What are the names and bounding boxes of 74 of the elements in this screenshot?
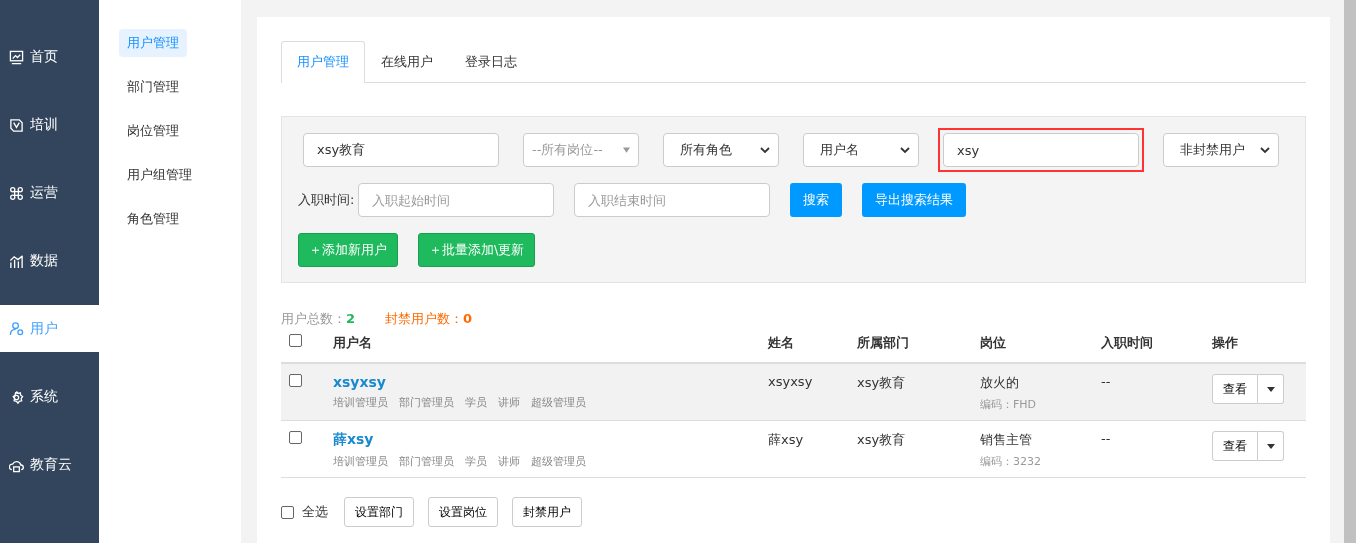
nav-item[interactable]: 系统 — [0, 363, 99, 431]
checkbox[interactable] — [289, 431, 302, 444]
bulk-action-button[interactable]: 设置岗位 — [428, 497, 498, 527]
column-header: 操作 — [1212, 334, 1239, 352]
submenu-item[interactable]: 角色管理 — [119, 205, 187, 233]
dropdown-button[interactable] — [1258, 374, 1284, 404]
role-label: 讲师 — [498, 395, 520, 410]
bulk-action-button[interactable]: 设置部门 — [344, 497, 414, 527]
submenu-item[interactable]: 部门管理 — [119, 73, 187, 101]
role-label: 超级管理员 — [531, 395, 586, 410]
table-cell: 销售主管 — [980, 431, 1032, 449]
nav-item[interactable]: 运营 — [0, 159, 99, 227]
table-cell: 薛xsy — [768, 432, 804, 447]
nav-item[interactable]: 培训 — [0, 91, 99, 159]
nav-item[interactable]: 首页 — [0, 23, 99, 91]
role-label: 部门管理员 — [399, 454, 454, 469]
book-icon — [9, 117, 24, 133]
role-label: 学员 — [465, 454, 487, 469]
post-code: 编码：FHD — [980, 397, 1037, 412]
checkbox[interactable] — [289, 374, 302, 387]
submenu-item[interactable]: 岗位管理 — [119, 117, 187, 145]
nav-item[interactable]: 教育云 — [0, 431, 99, 499]
view-button[interactable]: 查看 — [1212, 431, 1258, 461]
dropdown-button[interactable] — [1258, 431, 1284, 461]
filter-select[interactable]: 所有角色 — [663, 133, 779, 167]
column-header: 入职时间 — [1101, 334, 1154, 352]
start-date-field[interactable]: 入职起始时间 — [358, 183, 555, 217]
filter-field[interactable]: xsy — [943, 133, 1139, 167]
caret-icon — [1266, 443, 1275, 449]
tab[interactable]: 在线用户 — [365, 41, 449, 82]
bulk-action-button[interactable]: 封禁用户 — [512, 497, 582, 527]
command-icon — [9, 185, 24, 201]
username-link[interactable]: 薛xsy — [333, 431, 374, 449]
filter-select[interactable]: 非封禁用户 — [1163, 133, 1279, 167]
select-all-label: 全选 — [302, 503, 328, 521]
table-cell: xsy教育 — [857, 432, 906, 447]
column-header: 用户名 — [333, 334, 373, 352]
filter-select[interactable]: 用户名 — [803, 133, 919, 167]
stat-text: 用户总数：2 — [281, 310, 356, 328]
user-icon — [9, 321, 24, 336]
column-header: 岗位 — [980, 334, 1007, 352]
chevron-icon — [900, 147, 910, 153]
role-label: 学员 — [465, 395, 487, 410]
nav-item[interactable]: 数据 — [0, 227, 99, 295]
role-label: 讲师 — [498, 454, 520, 469]
checkbox[interactable] — [289, 334, 302, 347]
role-label: 超级管理员 — [531, 454, 586, 469]
table-cell: -- — [1101, 431, 1111, 446]
table-cell: xsy教育 — [857, 375, 906, 390]
column-header: 所属部门 — [857, 334, 910, 352]
caret-icon — [623, 147, 630, 153]
settings-icon — [9, 389, 24, 405]
date-label: 入职时间: — [298, 191, 355, 209]
role-label: 部门管理员 — [399, 395, 454, 410]
chevron-icon — [760, 147, 770, 153]
submenu-item[interactable]: 用户组管理 — [119, 161, 200, 189]
chart-icon — [9, 253, 24, 269]
table-cell: -- — [1101, 374, 1111, 389]
chevron-icon — [1260, 147, 1270, 153]
tab[interactable]: 登录日志 — [449, 41, 533, 82]
checkbox[interactable] — [281, 505, 294, 519]
monitor-icon — [9, 49, 24, 65]
filter-field[interactable]: xsy教育 — [303, 133, 499, 167]
role-label: 培训管理员 — [333, 454, 388, 469]
role-label: 培训管理员 — [333, 395, 388, 410]
end-date-field[interactable]: 入职结束时间 — [574, 183, 771, 217]
table-cell: 放火的 — [980, 374, 1019, 392]
stat-text: 封禁用户数：0 — [385, 310, 473, 328]
table-cell: xsyxsy — [768, 374, 813, 389]
scrollbar[interactable] — [1344, 0, 1356, 543]
post-code: 编码：3232 — [980, 454, 1041, 469]
caret-icon — [1266, 386, 1275, 392]
column-header: 姓名 — [768, 334, 795, 352]
view-button[interactable]: 查看 — [1212, 374, 1258, 404]
